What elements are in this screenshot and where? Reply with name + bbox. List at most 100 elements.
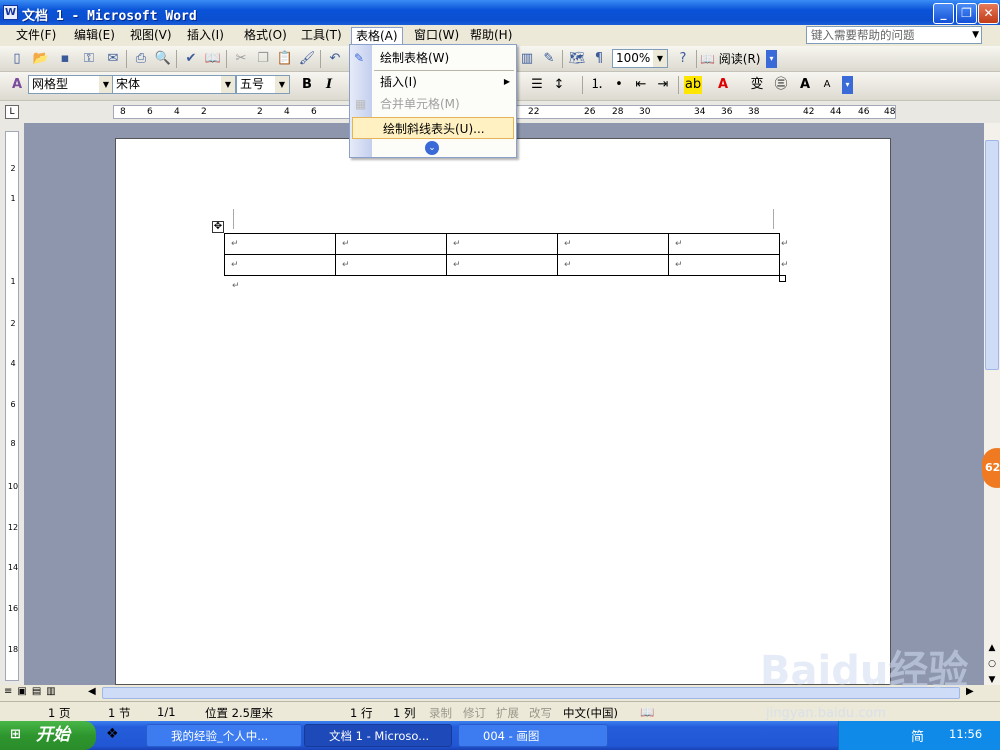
table-cell[interactable]: ↵ <box>224 233 336 255</box>
restore-button[interactable]: ❐ <box>956 3 977 24</box>
menu-file[interactable]: 文件(F) <box>12 27 60 45</box>
permission-icon[interactable]: ⚿ <box>80 50 98 68</box>
menu-edit[interactable]: 编辑(E) <box>70 27 119 45</box>
open-icon[interactable]: 📂 <box>32 50 50 68</box>
show-hide-icon[interactable]: ¶ <box>590 50 608 68</box>
line-spacing-icon[interactable]: ↕ <box>550 76 568 94</box>
undo-icon[interactable]: ↶ <box>326 50 344 68</box>
menu-view[interactable]: 视图(V) <box>126 27 176 45</box>
research-icon[interactable]: 📖 <box>204 50 222 68</box>
new-icon[interactable]: ▯ <box>8 50 26 68</box>
spelling-status-icon[interactable]: 📖 <box>640 705 654 719</box>
italic-icon[interactable]: I <box>320 76 338 94</box>
font-color-icon[interactable]: A <box>714 76 732 94</box>
email-icon[interactable]: ✉ <box>104 50 122 68</box>
table-cell[interactable]: ↵ <box>335 254 447 276</box>
ruler-number: 2 <box>201 107 207 117</box>
numbering-icon[interactable]: ⒈ <box>588 76 606 94</box>
document-page[interactable] <box>115 138 891 685</box>
phonetic-guide-icon[interactable]: 变 <box>748 76 766 94</box>
shrink-font-icon[interactable]: A <box>818 76 836 94</box>
table-resize-handle[interactable] <box>779 275 786 282</box>
quick-launch-icon[interactable]: ❖ <box>106 726 119 742</box>
taskbar-button-browser[interactable]: 我的经验_个人中... <box>146 724 302 747</box>
chevron-down-icon[interactable]: ▼ <box>653 50 667 67</box>
taskbar-button-word[interactable]: 文档 1 - Microso... <box>304 724 452 747</box>
help-search-input[interactable]: 键入需要帮助的问题 ▼ <box>806 26 982 44</box>
style-select[interactable]: 网格型 ▼ <box>28 75 114 94</box>
table-cell[interactable]: ↵ <box>557 233 669 255</box>
menu-insert[interactable]: 插入(I) <box>183 27 228 45</box>
table-move-handle-icon[interactable]: ✥ <box>212 221 224 233</box>
decrease-indent-icon[interactable]: ⇤ <box>632 76 650 94</box>
columns-icon[interactable]: ▥ <box>518 50 536 68</box>
table-cell[interactable]: ↵ <box>668 254 780 276</box>
side-badge[interactable]: 62 <box>982 448 1000 488</box>
scrollbar-thumb[interactable] <box>985 140 999 370</box>
read-mode-button[interactable]: 📖 阅读(R) <box>700 50 762 68</box>
grow-font-icon[interactable]: A <box>796 76 814 94</box>
copy-icon[interactable]: ❐ <box>254 50 272 68</box>
chevron-down-icon[interactable]: ▼ <box>99 76 113 93</box>
ime-indicator[interactable]: 简 <box>911 726 924 745</box>
menu-item-draw-table[interactable]: ✎ 绘制表格(W) <box>350 47 516 69</box>
table-cell[interactable]: ↵ <box>668 233 780 255</box>
cut-icon[interactable]: ✂ <box>232 50 250 68</box>
enclose-char-icon[interactable]: ㊂ <box>772 76 790 94</box>
format-painter-icon[interactable]: 🖌 <box>298 50 316 68</box>
status-rec[interactable]: 录制 <box>429 705 452 721</box>
status-overtype[interactable]: 改写 <box>529 705 552 721</box>
chevron-down-icon[interactable]: ▼ <box>275 76 289 93</box>
bullets-icon[interactable]: • <box>610 76 628 94</box>
table-cell[interactable]: ↵ <box>557 254 669 276</box>
table-cell[interactable]: ↵ <box>446 254 558 276</box>
chevron-down-icon[interactable]: ▼ <box>972 27 979 43</box>
vertical-ruler[interactable]: 2 1 1 2 4 6 8 10 12 14 16 18 <box>0 123 24 685</box>
table-cell[interactable]: ↵ <box>446 233 558 255</box>
toolbar-options-icon[interactable]: ▾ <box>842 76 853 94</box>
drawing-icon[interactable]: ✎ <box>540 50 558 68</box>
watermark-url: jingyan.baidu.com <box>766 706 886 721</box>
menu-format[interactable]: 格式(O) <box>240 27 291 45</box>
taskbar-button-paint[interactable]: 004 - 画图 <box>458 724 608 747</box>
chevron-down-icon[interactable]: ▼ <box>221 76 235 93</box>
font-size-select[interactable]: 五号 ▼ <box>236 75 290 94</box>
print-preview-icon[interactable]: 🔍 <box>154 50 172 68</box>
menu-item-draw-diagonal-header[interactable]: 绘制斜线表头(U)... <box>352 117 514 139</box>
table-cell[interactable]: ↵ <box>224 254 336 276</box>
view-buttons[interactable]: ≡▣▤▥ <box>4 686 61 697</box>
menu-tools[interactable]: 工具(T) <box>297 27 346 45</box>
start-button[interactable]: ⊞ 开始 <box>0 721 96 750</box>
highlight-icon[interactable]: ab <box>684 76 702 94</box>
double-chevron-down-icon[interactable]: ⌄ <box>425 141 439 155</box>
close-button[interactable]: ✕ <box>978 3 999 24</box>
toolbar-options-icon[interactable]: ▾ <box>766 50 777 68</box>
styles-icon[interactable]: A <box>8 76 26 94</box>
tab-selector-icon[interactable]: L <box>5 105 19 119</box>
menu-window[interactable]: 窗口(W) <box>410 27 463 45</box>
minimize-button[interactable]: _ <box>933 3 954 24</box>
menu-table[interactable]: 表格(A) <box>351 27 403 45</box>
spelling-icon[interactable]: ✔ <box>182 50 200 68</box>
status-track[interactable]: 修订 <box>463 705 486 721</box>
align-justify-icon[interactable]: ☰ <box>528 76 546 94</box>
row-end-mark: ↵ <box>781 260 789 270</box>
zoom-select[interactable]: 100% ▼ <box>612 49 668 68</box>
menu-item-insert[interactable]: 插入(I) ▶ <box>350 71 516 93</box>
document-map-icon[interactable]: 🗺 <box>568 50 586 68</box>
table-cell[interactable]: ↵ <box>335 233 447 255</box>
scroll-left-icon[interactable]: ◀ <box>88 686 96 697</box>
clock[interactable]: 11:56 <box>949 727 982 741</box>
browse-buttons[interactable]: ▲ ○ ▼ <box>986 640 998 688</box>
help-icon[interactable]: ? <box>674 50 692 68</box>
save-icon[interactable]: ▪ <box>56 50 74 68</box>
increase-indent-icon[interactable]: ⇥ <box>654 76 672 94</box>
menu-help[interactable]: 帮助(H) <box>466 27 516 45</box>
status-extend[interactable]: 扩展 <box>496 705 519 721</box>
paste-icon[interactable]: 📋 <box>276 50 294 68</box>
bold-icon[interactable]: B <box>298 76 316 94</box>
font-select[interactable]: 宋体 ▼ <box>112 75 236 94</box>
document-table[interactable]: ↵ ↵ ↵ ↵ ↵ ↵ ↵ ↵ ↵ ↵ <box>224 233 780 276</box>
print-icon[interactable]: ⎙ <box>132 50 150 68</box>
word-app-icon[interactable]: W <box>3 5 18 20</box>
